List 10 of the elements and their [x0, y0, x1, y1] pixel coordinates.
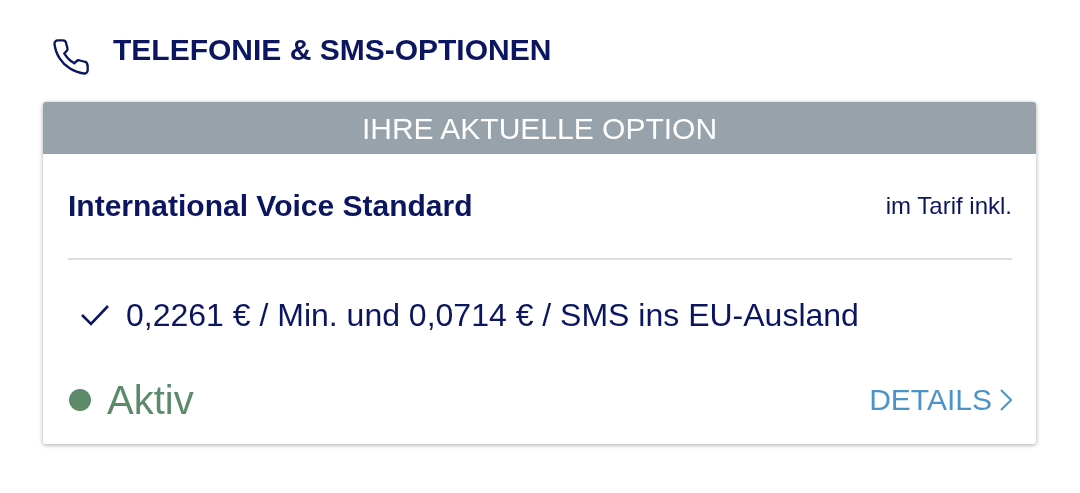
feature-text: 0,2261 € / Min. und 0,0714 € / SMS ins EU-Ausland [126, 296, 859, 334]
details-link[interactable]: DETAILS [869, 383, 1012, 417]
section-title: TELEFONIE & SMS-OPTIONEN [113, 33, 552, 67]
price-note: im Tarif inkl. [885, 192, 1012, 220]
option-name: International Voice Standard [68, 189, 473, 223]
check-icon [80, 303, 110, 327]
phone-icon [51, 37, 91, 77]
card-banner: IHRE AKTUELLE OPTION [43, 102, 1036, 154]
status-label: Aktiv [107, 377, 194, 423]
chevron-icon [1000, 389, 1012, 411]
